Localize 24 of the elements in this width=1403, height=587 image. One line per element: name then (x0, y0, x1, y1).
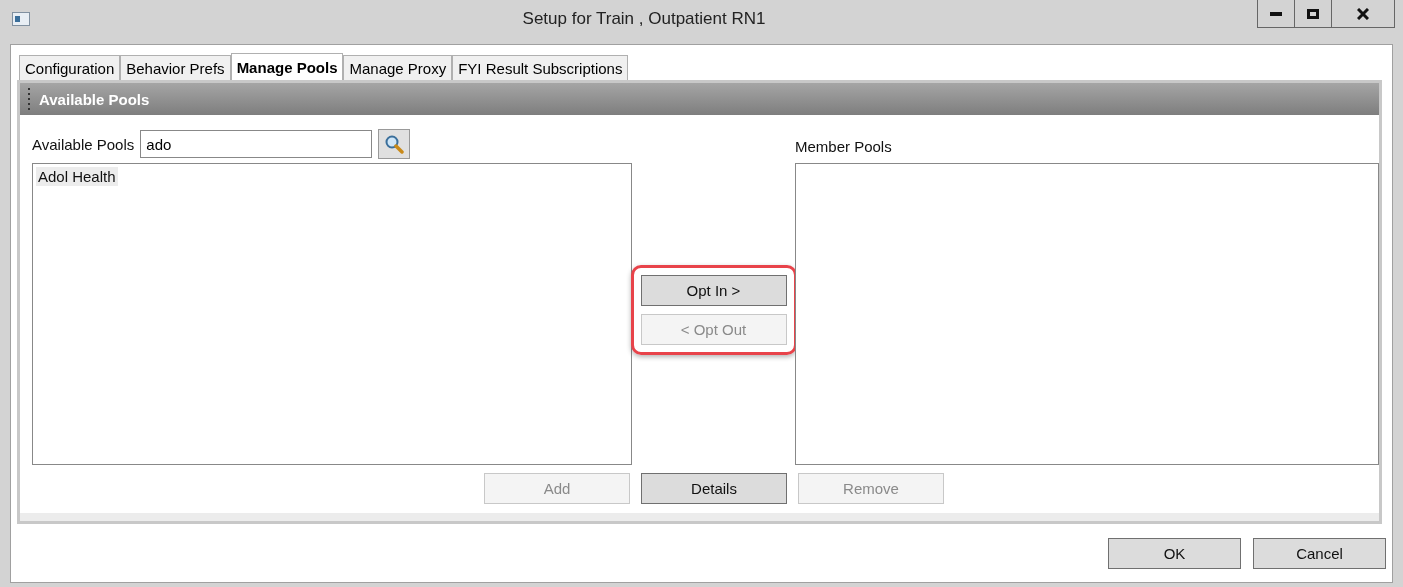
search-icon (384, 134, 405, 154)
minimize-icon (1270, 11, 1282, 16)
tab[interactable]: Behavior Prefs (120, 55, 231, 80)
available-pools-label: Available Pools (32, 135, 135, 153)
window-title: Setup for Train , Outpatient RN1 (521, 9, 767, 29)
tab[interactable]: FYI Result Subscriptions (452, 55, 629, 80)
tab[interactable]: Manage Proxy (343, 55, 453, 80)
grip-icon (28, 88, 31, 110)
list-item[interactable]: Adol Health (36, 167, 118, 186)
minimize-button[interactable] (1257, 0, 1295, 28)
maximize-icon (1307, 8, 1319, 19)
search-button[interactable] (378, 129, 411, 159)
search-field[interactable]: ado (140, 130, 373, 158)
dialog-button[interactable]: Cancel (1253, 537, 1386, 569)
action-button[interactable]: Details (641, 473, 787, 504)
transfer-button[interactable]: Opt In > (640, 275, 787, 306)
tab[interactable]: Configuration (19, 55, 121, 80)
close-button[interactable] (1331, 0, 1395, 28)
member-pools-label: Member Pools (795, 138, 892, 155)
tab[interactable]: Manage Pools (230, 53, 344, 80)
close-icon (1357, 7, 1369, 20)
dialog-button[interactable]: OK (1108, 537, 1241, 569)
app-icon (12, 12, 30, 26)
section-title: Available Pools (39, 90, 150, 108)
